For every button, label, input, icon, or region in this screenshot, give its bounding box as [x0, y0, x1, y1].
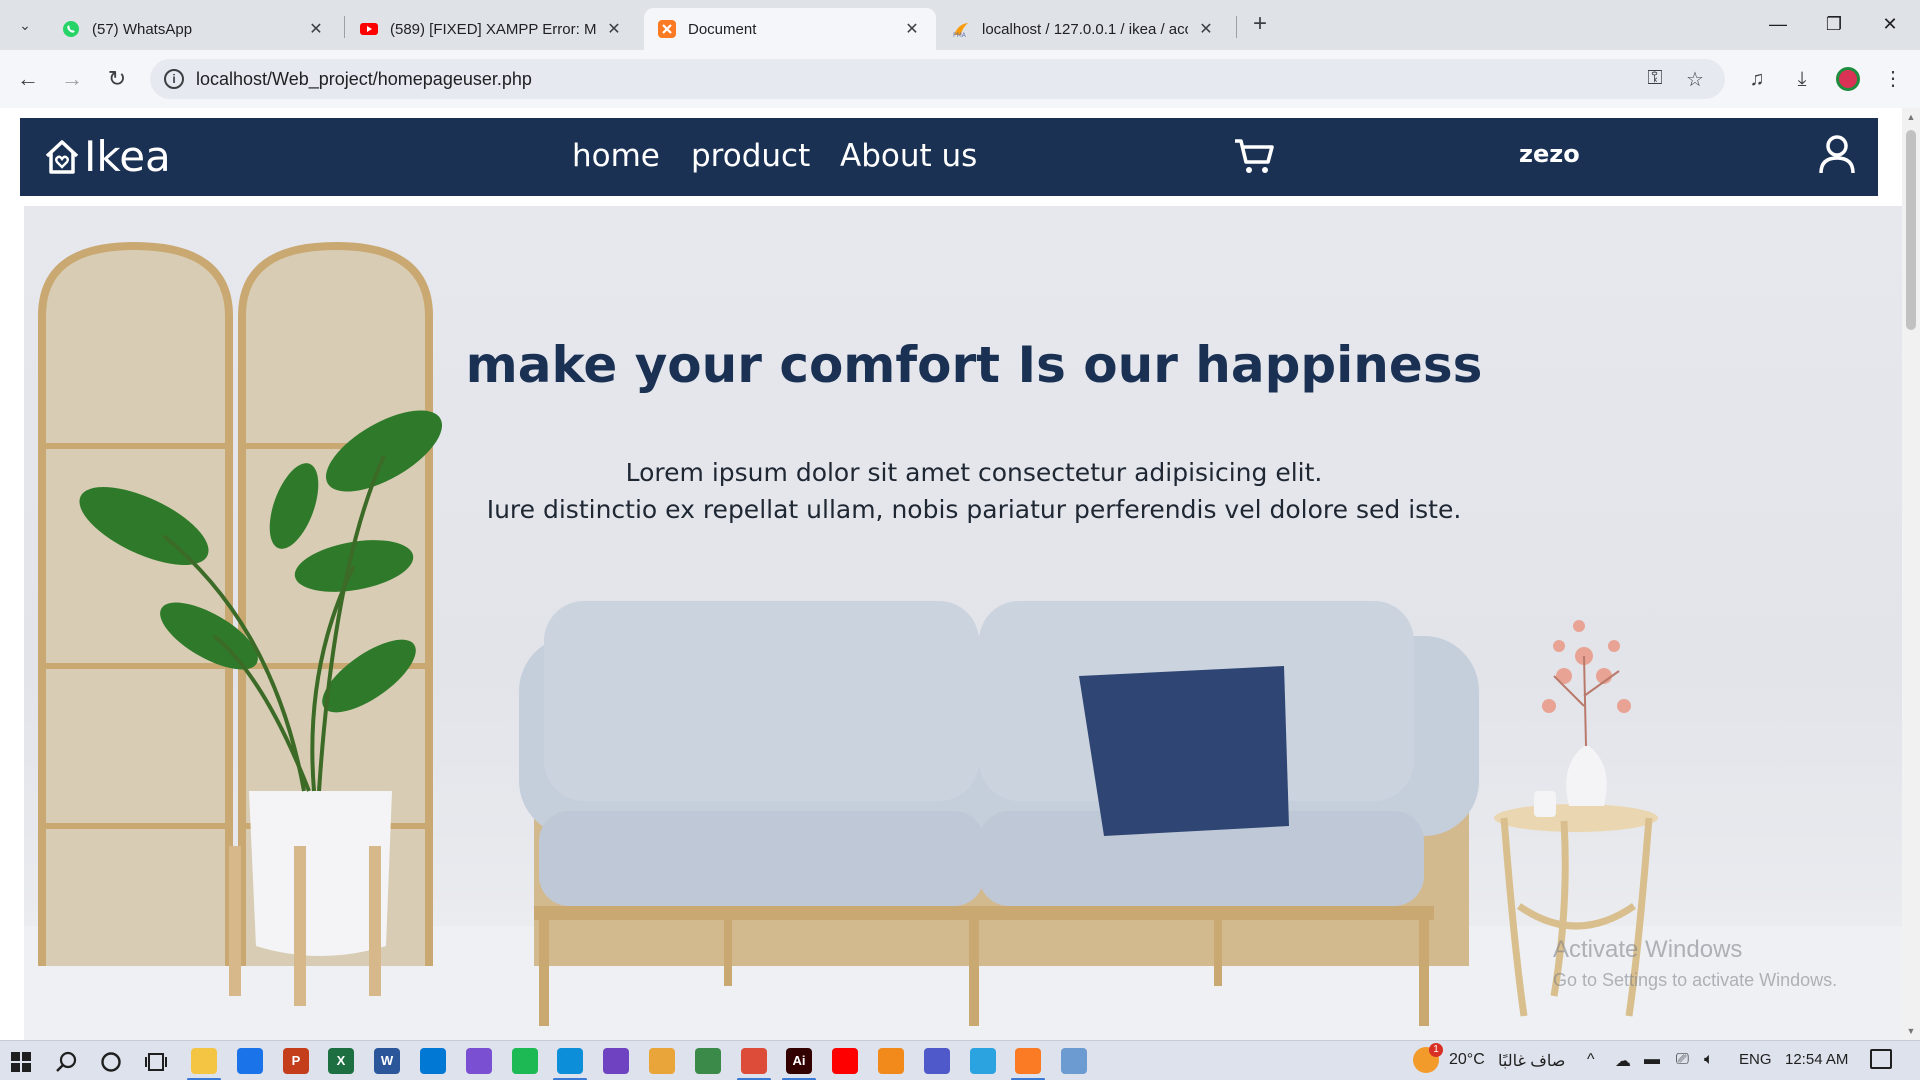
download-icon[interactable]: ⤓: [1787, 64, 1817, 94]
telegram-icon[interactable]: [970, 1048, 996, 1074]
excel-icon[interactable]: X: [328, 1048, 354, 1074]
tab-separator: [344, 16, 345, 38]
media-control-icon[interactable]: ♫: [1742, 64, 1772, 94]
battery-icon[interactable]: ▬: [1644, 1051, 1660, 1069]
teams-icon[interactable]: [924, 1048, 950, 1074]
xampp-icon: [658, 20, 676, 38]
chevron-down-icon: ⌄: [19, 16, 31, 33]
close-window-button[interactable]: ✕: [1870, 8, 1910, 40]
hero-text-line-1: Lorem ipsum dolor sit amet consectetur a…: [625, 458, 1323, 487]
scroll-thumb[interactable]: [1906, 130, 1916, 330]
tab-title: localhost / 127.0.0.1 / ikea / acc: [982, 20, 1188, 38]
password-key-icon[interactable]: ⚿: [1642, 67, 1668, 93]
forward-button[interactable]: →: [57, 64, 87, 94]
username-label: zezo: [1519, 140, 1580, 168]
tab-separator: [1236, 16, 1237, 38]
minimize-button[interactable]: —: [1758, 8, 1798, 40]
reload-button[interactable]: ↻: [102, 64, 132, 94]
back-button[interactable]: ←: [13, 64, 43, 94]
task-view-icon[interactable]: [145, 1051, 167, 1073]
close-tab-icon[interactable]: ✕: [306, 19, 326, 39]
activate-windows-title: Activate Windows: [1553, 936, 1743, 963]
site-navbar: Ikea home product About us zezo: [20, 118, 1878, 196]
tab-document[interactable]: Document ✕: [644, 8, 936, 50]
windows-start-icon[interactable]: [11, 1052, 31, 1072]
vscode-icon[interactable]: [420, 1048, 446, 1074]
search-app-icon[interactable]: [1061, 1048, 1087, 1074]
page-viewport: Ikea home product About us zezo make you…: [0, 108, 1902, 1040]
scroll-up-arrow[interactable]: ▲: [1906, 112, 1916, 122]
close-tab-icon[interactable]: ✕: [1196, 19, 1216, 39]
onedrive-icon[interactable]: ☁: [1615, 1051, 1631, 1071]
site-logo[interactable]: Ikea: [42, 132, 171, 181]
notification-center-icon[interactable]: [1870, 1049, 1892, 1069]
youtube-icon[interactable]: [832, 1048, 858, 1074]
xampp-icon[interactable]: [1011, 1048, 1045, 1080]
user-profile-icon[interactable]: [1817, 133, 1857, 177]
tray-chevron-up-icon[interactable]: ^: [1587, 1051, 1595, 1069]
living-room-illustration: [24, 241, 1902, 1040]
visual-studio-alt-icon[interactable]: [603, 1048, 629, 1074]
brand-name: Ikea: [84, 132, 171, 181]
search-icon[interactable]: [56, 1051, 78, 1073]
chrome-icon[interactable]: [737, 1048, 771, 1080]
tab-search-button[interactable]: ⌄: [8, 9, 42, 41]
bookmark-star-icon[interactable]: ☆: [1682, 67, 1708, 93]
page-scrollbar[interactable]: ▲ ▼: [1902, 108, 1920, 1040]
tab-whatsapp[interactable]: (57) WhatsApp ✕: [48, 8, 340, 50]
new-tab-button[interactable]: +: [1245, 10, 1275, 40]
shopping-cart-icon[interactable]: [1232, 136, 1276, 176]
language-indicator[interactable]: ENG: [1739, 1051, 1772, 1068]
illustrator-icon[interactable]: Ai: [782, 1048, 816, 1080]
whatsapp-icon: [63, 21, 79, 37]
activate-windows-subtitle: Go to Settings to activate Windows.: [1553, 970, 1838, 990]
nav-about-link[interactable]: About us: [840, 138, 977, 174]
word-icon[interactable]: W: [374, 1048, 400, 1074]
file-explorer-icon[interactable]: [187, 1048, 221, 1080]
profile-avatar[interactable]: [1836, 67, 1860, 91]
weather-icon[interactable]: 1: [1413, 1043, 1443, 1073]
edge-icon[interactable]: [553, 1048, 587, 1080]
nav-product-link[interactable]: product: [691, 138, 810, 174]
address-bar[interactable]: i localhost/Web_project/homepageuser.php…: [150, 59, 1725, 99]
weather-badge: 1: [1429, 1043, 1443, 1057]
windows-taskbar: P X W Ai 1 20°C صاف غالبًا ^ ☁ ▬ ⎚ 🔈︎ ENG 1…: [0, 1040, 1920, 1080]
phpmyadmin-icon: PMA: [953, 23, 968, 38]
close-tab-icon[interactable]: ✕: [604, 19, 624, 39]
browser-toolbar: ← → ↻ i localhost/Web_project/homepageus…: [0, 50, 1920, 108]
powerpoint-icon[interactable]: P: [283, 1048, 309, 1074]
restore-button[interactable]: ❐: [1814, 8, 1854, 40]
tab-strip: ⌄ (57) WhatsApp ✕ (589) [FIXED] XAMPP Er…: [0, 0, 1920, 50]
site-info-icon[interactable]: i: [164, 69, 184, 89]
hero-banner: make your comfort Is our happiness Lorem…: [24, 206, 1902, 1040]
clock[interactable]: 12:54 AM: [1785, 1051, 1848, 1068]
close-tab-icon[interactable]: ✕: [902, 19, 922, 39]
weather-temperature[interactable]: 20°C: [1449, 1051, 1485, 1069]
url-text[interactable]: localhost/Web_project/homepageuser.php: [196, 69, 532, 90]
mail-icon[interactable]: [237, 1048, 263, 1074]
spotify-icon[interactable]: [512, 1048, 538, 1074]
folder-sync-icon[interactable]: [649, 1048, 675, 1074]
cortana-icon[interactable]: [100, 1051, 122, 1073]
volume-icon[interactable]: 🔈︎: [1704, 1051, 1714, 1069]
app-green-icon[interactable]: [695, 1048, 721, 1074]
tab-phpmyadmin[interactable]: PMA localhost / 127.0.0.1 / ikea / acc ✕: [938, 8, 1230, 50]
tab-title: (589) [FIXED] XAMPP Error: My: [390, 20, 596, 38]
weather-description[interactable]: صاف غالبًا: [1498, 1051, 1565, 1071]
menu-kebab-icon[interactable]: ⋮: [1878, 64, 1908, 94]
vlc-icon[interactable]: [878, 1048, 904, 1074]
hero-headline: make your comfort Is our happiness: [465, 336, 1483, 394]
tab-title: (57) WhatsApp: [92, 20, 193, 38]
svg-text:PMA: PMA: [953, 32, 967, 38]
network-icon[interactable]: ⎚: [1676, 1051, 1689, 1069]
visual-studio-icon[interactable]: [466, 1048, 492, 1074]
hero-text-line-2: Iure distinctio ex repellat ullam, nobis…: [486, 495, 1462, 524]
nav-home-link[interactable]: home: [572, 138, 660, 174]
youtube-icon: [360, 23, 378, 35]
home-icon: [45, 139, 79, 174]
scroll-down-arrow[interactable]: ▼: [1906, 1026, 1916, 1036]
tab-youtube[interactable]: (589) [FIXED] XAMPP Error: My ✕: [346, 8, 638, 50]
tab-title: Document: [688, 20, 757, 38]
